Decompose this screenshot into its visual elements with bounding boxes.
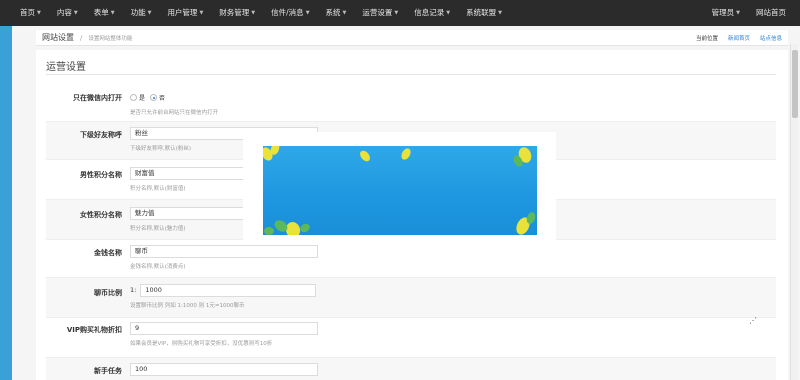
field-hint: 积分名称,默认(财富值) bbox=[130, 186, 186, 192]
page-title: 运营设置 bbox=[46, 62, 86, 73]
chevron-down-icon: ▼ bbox=[498, 10, 502, 16]
current-location-label: 当前位置 bbox=[695, 35, 718, 42]
newbie-task-input[interactable]: 100 bbox=[130, 363, 318, 376]
ad-banner bbox=[243, 132, 556, 243]
chevron-down-icon: ▼ bbox=[446, 10, 451, 16]
chevron-down-icon: ▼ bbox=[305, 10, 310, 16]
chevron-down-icon: ▼ bbox=[251, 10, 256, 16]
chevron-down-icon: ▼ bbox=[736, 10, 740, 16]
field-hint: 金钱名称,默认(消费点) bbox=[130, 264, 186, 270]
field-label: 聊币比例 bbox=[94, 289, 122, 297]
nav-accent bbox=[0, 0, 12, 26]
wechat-only-radio-group: 是 否 bbox=[130, 93, 170, 102]
field-label: 女性积分名称 bbox=[80, 211, 122, 219]
nav-right: 管理员 ▼ 网站首页 bbox=[704, 0, 800, 26]
scrollbar-thumb[interactable] bbox=[792, 50, 798, 118]
main-menu: 首页 ▼ 内容 ▼ 表单 ▼ 功能 ▼ 用户管理 ▼ 财务管理 ▼ 信件/消息 ▼ 系统 ▼ 运… bbox=[12, 0, 510, 26]
nav-item-records[interactable]: 信息记录 ▼ bbox=[406, 0, 458, 26]
form-row-currency-name: 金钱名称 聊币 金钱名称,默认(消费点) bbox=[46, 240, 776, 278]
nav-item-system[interactable]: 系统 ▼ bbox=[318, 0, 355, 26]
currency-ratio-input[interactable]: 1000 bbox=[140, 284, 317, 297]
nav-item-messages[interactable]: 信件/消息 ▼ bbox=[263, 0, 317, 26]
nav-item-users[interactable]: 用户管理 ▼ bbox=[159, 0, 211, 26]
field-label: 新手任务 bbox=[94, 367, 122, 375]
nav-item-forms[interactable]: 表单 ▼ bbox=[86, 0, 123, 26]
banner-image bbox=[263, 146, 537, 235]
currency-name-input[interactable]: 聊币 bbox=[130, 245, 318, 258]
title-divider bbox=[46, 74, 776, 75]
form-row-wechat-only: 只在微信内打开 是 否 是否只允许前台网站只在微信内打开 bbox=[46, 84, 776, 122]
nav-item-finance[interactable]: 财务管理 ▼ bbox=[211, 0, 263, 26]
form-row-vip-discount: VIP购买礼物折扣 9 如果会员是VIP，则购买礼物可享受折扣，没优惠则写10折 bbox=[46, 318, 776, 358]
radio-yes[interactable]: 是 bbox=[130, 93, 145, 102]
field-label: 男性积分名称 bbox=[80, 171, 122, 179]
site-info-link[interactable]: 站点信息 bbox=[760, 34, 782, 42]
field-hint: 如果会员是VIP，则购买礼物可享受折扣，没优惠则写10折 bbox=[130, 341, 273, 347]
chevron-down-icon: ▼ bbox=[110, 10, 115, 16]
sidebar-strip bbox=[0, 26, 12, 380]
leaves-decoration bbox=[263, 146, 536, 235]
chevron-down-icon: ▼ bbox=[199, 10, 204, 16]
breadcrumb-subtitle: 设置网站整体功能 bbox=[88, 35, 133, 42]
nav-item-content[interactable]: 内容 ▼ bbox=[49, 0, 86, 26]
breadcrumb: 网站设置 / 设置网站整体功能 当前位置 新闻首页 站点信息 bbox=[36, 30, 788, 46]
chevron-down-icon: ▼ bbox=[147, 10, 152, 16]
chevron-down-icon: ▼ bbox=[394, 10, 399, 16]
form-row-currency-ratio: 聊币比例 1: 1000 设置聊币比例 列如 1:1000 则 1元=1000聊… bbox=[46, 278, 776, 318]
chevron-down-icon: ▼ bbox=[342, 10, 347, 16]
form-row-newbie-task: 新手任务 100 bbox=[46, 358, 776, 380]
radio-circle-icon bbox=[130, 94, 137, 101]
cursor-icon: ⋰ bbox=[749, 316, 757, 325]
field-label: 下级好友称呼 bbox=[80, 131, 122, 139]
field-label: 金钱名称 bbox=[94, 249, 122, 257]
breadcrumb-separator: / bbox=[80, 33, 83, 42]
chevron-down-icon: ▼ bbox=[37, 10, 41, 16]
field-label: 只在微信内打开 bbox=[73, 94, 122, 102]
breadcrumb-title: 网站设置 bbox=[42, 33, 74, 42]
ratio-prefix: 1: bbox=[130, 286, 137, 294]
breadcrumb-links: 当前位置 新闻首页 站点信息 bbox=[696, 34, 782, 42]
nav-item-operations[interactable]: 运营设置 ▼ bbox=[354, 0, 406, 26]
currency-ratio-group: 1: 1000 bbox=[130, 284, 317, 297]
nav-item-alliance[interactable]: 系统联盟 ▼ bbox=[458, 0, 510, 26]
field-hint: 设置聊币比例 列如 1:1000 则 1元=1000聊币 bbox=[130, 303, 245, 309]
radio-no[interactable]: 否 bbox=[150, 93, 165, 102]
field-hint: 积分名称,默认(魅力值) bbox=[130, 226, 186, 232]
nav-item-home[interactable]: 首页 ▼ bbox=[12, 0, 49, 26]
field-hint: 是否只允许前台网站只在微信内打开 bbox=[130, 110, 219, 116]
news-home-link[interactable]: 新闻首页 bbox=[728, 34, 750, 42]
field-hint: 下级好友称呼,默认(粉丝) bbox=[130, 146, 192, 152]
chevron-down-icon: ▼ bbox=[73, 10, 78, 16]
nav-item-admin[interactable]: 管理员 ▼ bbox=[704, 0, 748, 26]
page-scrollbar[interactable] bbox=[790, 44, 798, 380]
nav-item-features[interactable]: 功能 ▼ bbox=[123, 0, 160, 26]
field-label: VIP购买礼物折扣 bbox=[66, 326, 122, 334]
nav-item-site-home[interactable]: 网站首页 bbox=[748, 0, 794, 26]
top-nav: 首页 ▼ 内容 ▼ 表单 ▼ 功能 ▼ 用户管理 ▼ 财务管理 ▼ 信件/消息 ▼ 系统 ▼ 运… bbox=[0, 0, 800, 26]
radio-selected-icon bbox=[150, 94, 158, 101]
vip-discount-input[interactable]: 9 bbox=[130, 322, 318, 335]
